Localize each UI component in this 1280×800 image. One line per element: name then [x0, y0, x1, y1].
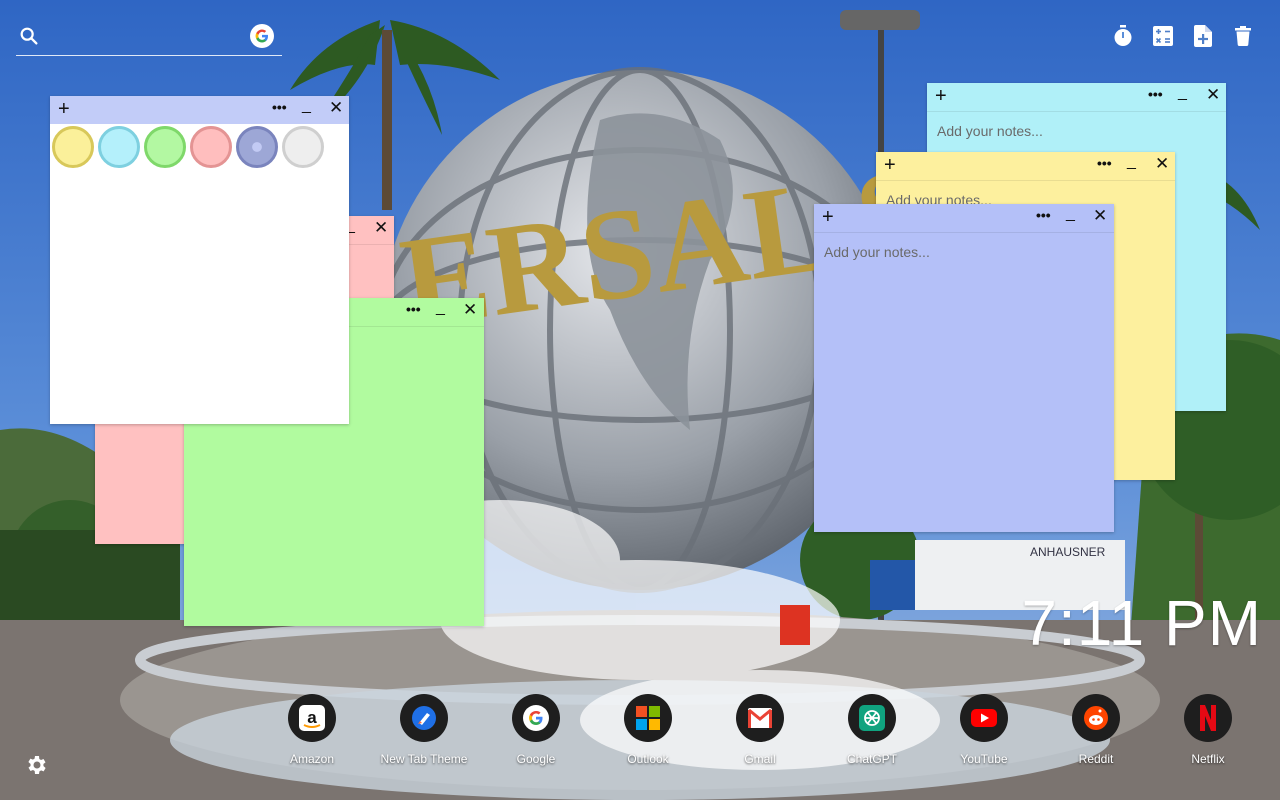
add-note-button[interactable]: + [935, 86, 947, 106]
note-textarea[interactable]: Add your notes... [824, 244, 930, 260]
shortcut-reddit[interactable]: Reddit [1046, 694, 1146, 766]
amazon-icon: a [288, 694, 336, 742]
shortcut-google[interactable]: Google [486, 694, 586, 766]
note-menu-button[interactable]: ••• [406, 302, 421, 316]
sticky-note-white[interactable]: + ••• _ ✕ [50, 96, 349, 424]
color-swatch-white[interactable] [282, 126, 324, 168]
search-input[interactable] [50, 24, 250, 50]
color-swatch-green[interactable] [144, 126, 186, 168]
shortcut-label: Amazon [289, 752, 335, 766]
shortcut-gmail[interactable]: Gmail [710, 694, 810, 766]
shortcut-netflix[interactable]: Netflix [1158, 694, 1258, 766]
note-header: + ••• _ ✕ [927, 83, 1226, 111]
timer-icon [1114, 25, 1132, 46]
shortcut-label: Netflix [1191, 752, 1225, 766]
google-icon [512, 694, 560, 742]
shortcut-outlook[interactable]: Outlook [598, 694, 698, 766]
color-swatch-pink[interactable] [190, 126, 232, 168]
shortcut-label: Gmail [744, 752, 776, 766]
calculator-button[interactable] [1152, 24, 1174, 48]
settings-gear-icon[interactable] [24, 753, 48, 777]
note-menu-button[interactable]: ••• [272, 100, 287, 114]
close-note-button[interactable]: ✕ [329, 98, 343, 118]
chatgpt-icon [848, 694, 896, 742]
delete-button[interactable] [1232, 24, 1254, 48]
truck-text: ANHAUSNER [1030, 545, 1106, 559]
new-tab-theme-icon [400, 694, 448, 742]
shortcut-label: ChatGPT [846, 752, 897, 766]
shortcut-label: YouTube [960, 752, 1008, 766]
youtube-icon [960, 694, 1008, 742]
close-note-button[interactable]: ✕ [463, 300, 477, 320]
top-toolbar [1112, 24, 1254, 48]
add-note-button[interactable]: + [884, 155, 896, 175]
shortcut-label: Outlook [627, 752, 669, 766]
clock: 7:11 PM [1021, 587, 1262, 659]
shortcut-youtube[interactable]: YouTube [934, 694, 1034, 766]
close-note-button[interactable]: ✕ [374, 218, 388, 238]
note-header: + ••• _ ✕ [876, 152, 1175, 180]
shortcut-chatgpt[interactable]: ChatGPT [822, 694, 922, 766]
minimize-note-button[interactable]: _ [302, 98, 311, 114]
shortcut-amazon[interactable]: a Amazon [262, 694, 362, 766]
close-note-button[interactable]: ✕ [1206, 85, 1220, 105]
reddit-icon [1072, 694, 1120, 742]
add-note-button[interactable]: + [58, 99, 70, 119]
new-note-icon [1194, 25, 1212, 47]
shortcut-label: New Tab Theme [380, 752, 468, 766]
color-swatch-yellow[interactable] [52, 126, 94, 168]
search-icon[interactable] [18, 25, 40, 47]
note-header: + ••• _ ✕ [814, 204, 1114, 232]
color-swatch-blue[interactable] [236, 126, 278, 168]
color-swatch-cyan[interactable] [98, 126, 140, 168]
color-picker [52, 126, 324, 168]
calculator-icon [1153, 26, 1173, 46]
shortcut-label: Reddit [1078, 752, 1114, 766]
note-divider [927, 111, 1226, 112]
minimize-note-button[interactable]: _ [1178, 85, 1187, 101]
minimize-note-button[interactable]: _ [436, 300, 445, 316]
minimize-note-button[interactable]: _ [1127, 154, 1136, 170]
search-bar [16, 22, 282, 56]
netflix-icon [1184, 694, 1232, 742]
shortcut-label: Google [516, 752, 556, 766]
note-menu-button[interactable]: ••• [1148, 87, 1163, 101]
new-note-button[interactable] [1192, 24, 1214, 48]
gmail-icon [736, 694, 784, 742]
note-header: + ••• _ ✕ [50, 96, 349, 124]
close-note-button[interactable]: ✕ [1155, 154, 1169, 174]
delete-icon [1235, 26, 1251, 46]
close-note-button[interactable]: ✕ [1093, 206, 1107, 226]
outlook-icon [624, 694, 672, 742]
google-search-engine-icon[interactable] [250, 24, 274, 48]
note-divider [814, 232, 1114, 233]
shortcut-new-tab-theme[interactable]: New Tab Theme [374, 694, 474, 766]
note-menu-button[interactable]: ••• [1036, 208, 1051, 222]
timer-button[interactable] [1112, 24, 1134, 48]
note-menu-button[interactable]: ••• [1097, 156, 1112, 170]
svg-text:a: a [307, 708, 317, 727]
sticky-note-blue[interactable]: + ••• _ ✕ Add your notes... [814, 204, 1114, 532]
add-note-button[interactable]: + [822, 207, 834, 227]
note-textarea[interactable]: Add your notes... [937, 123, 1043, 139]
minimize-note-button[interactable]: _ [1066, 206, 1075, 222]
note-divider [876, 180, 1175, 181]
